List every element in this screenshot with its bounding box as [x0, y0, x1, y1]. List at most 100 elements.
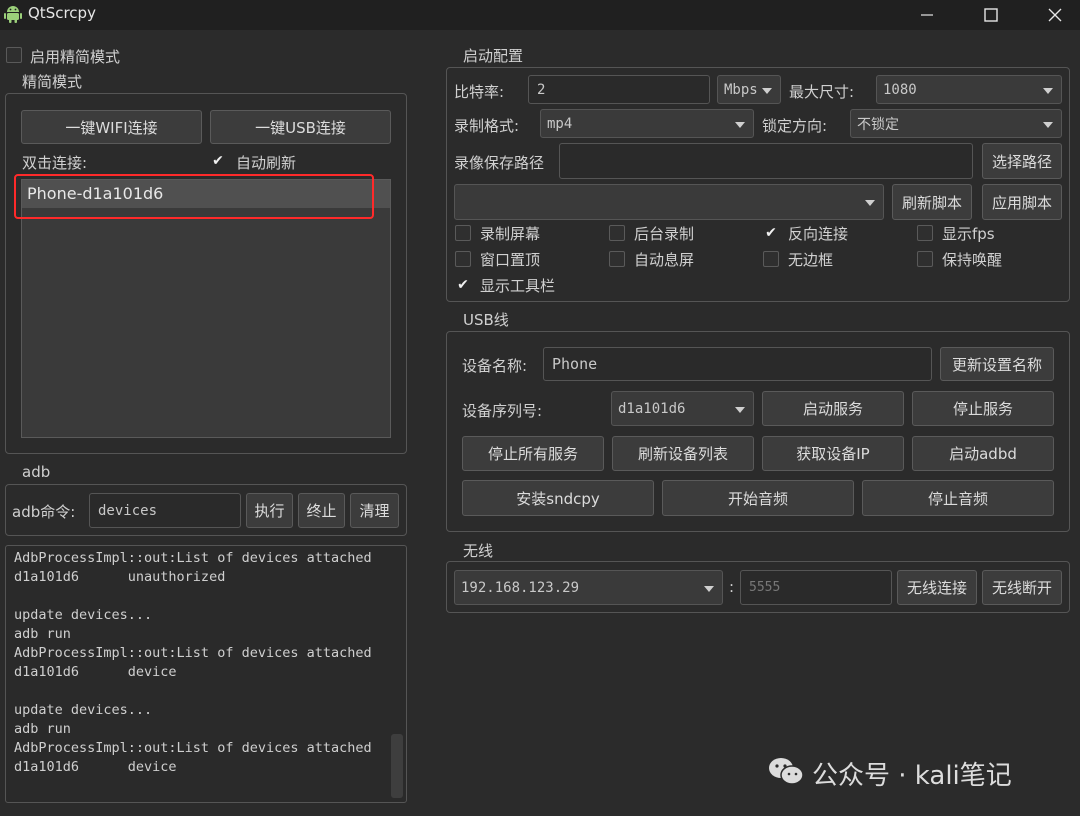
- log-line: AdbProcessImpl::out:List of devices atta…: [14, 645, 372, 661]
- log-scrollbar[interactable]: [391, 734, 403, 798]
- max-size-select[interactable]: 1080: [876, 75, 1062, 104]
- start-audio-button[interactable]: 开始音频: [662, 480, 854, 516]
- minimize-button[interactable]: [904, 0, 950, 30]
- simple-mode-checkbox[interactable]: [6, 47, 22, 63]
- max-size-value: 1080: [883, 81, 917, 98]
- auto-refresh-label: 自动刷新: [236, 154, 297, 172]
- show-fps-checkbox[interactable]: [917, 225, 933, 241]
- record-format-value: mp4: [547, 115, 573, 132]
- maximize-icon: [984, 8, 998, 22]
- wifi-connect-button[interactable]: 一键WIFI连接: [21, 110, 202, 144]
- usb-connect-button[interactable]: 一键USB连接: [210, 110, 391, 144]
- close-button[interactable]: [1032, 0, 1078, 30]
- refresh-device-list-button[interactable]: 刷新设备列表: [612, 436, 754, 471]
- chevron-down-icon: [865, 200, 875, 206]
- adb-command-input[interactable]: devices: [89, 493, 241, 528]
- record-screen-checkbox[interactable]: [455, 225, 471, 241]
- script-select[interactable]: [454, 184, 884, 220]
- background-record-checkbox[interactable]: [609, 225, 625, 241]
- auto-screen-off-checkbox[interactable]: [609, 251, 625, 267]
- wechat-icon: [769, 758, 804, 785]
- double-click-label: 双击连接:: [22, 154, 88, 172]
- reverse-connect-label: 反向连接: [788, 225, 849, 243]
- maximize-button[interactable]: [968, 0, 1014, 30]
- max-size-label: 最大尺寸:: [789, 83, 855, 101]
- wireless-ip-value: 192.168.123.29: [461, 579, 580, 596]
- adb-clear-button[interactable]: 清理: [350, 493, 399, 528]
- get-device-ip-button[interactable]: 获取设备IP: [762, 436, 904, 471]
- log-line: d1a101d6 unauthorized: [14, 569, 226, 585]
- stop-service-button[interactable]: 停止服务: [912, 391, 1054, 426]
- reverse-connect-checkbox[interactable]: ✔: [763, 225, 779, 241]
- stop-audio-button[interactable]: 停止音频: [862, 480, 1054, 516]
- frameless-label: 无边框: [788, 251, 834, 269]
- wireless-disconnect-button[interactable]: 无线断开: [982, 570, 1062, 605]
- minimize-icon: [921, 14, 933, 16]
- frameless-checkbox[interactable]: [763, 251, 779, 267]
- adb-group-title: adb: [22, 463, 51, 481]
- start-adbd-button[interactable]: 启动adbd: [912, 436, 1054, 471]
- lock-orientation-select[interactable]: 不锁定: [850, 109, 1062, 138]
- log-line: update devices...: [14, 702, 153, 718]
- chevron-down-icon: [735, 406, 745, 413]
- wireless-ip-select[interactable]: 192.168.123.29: [454, 570, 723, 605]
- watermark-text: 公众号 · kali笔记: [812, 761, 1012, 791]
- refresh-script-button[interactable]: 刷新脚本: [892, 184, 972, 220]
- lock-orientation-value: 不锁定: [857, 116, 899, 133]
- wireless-port-input[interactable]: 5555: [740, 570, 892, 605]
- record-format-select[interactable]: mp4: [540, 109, 754, 138]
- simple-mode-group-title: 精简模式: [22, 73, 83, 91]
- auto-screen-off-label: 自动息屏: [634, 251, 695, 269]
- adb-stop-button[interactable]: 终止: [298, 493, 345, 528]
- window-title: QtScrcpy: [28, 4, 96, 22]
- auto-refresh-checkbox[interactable]: ✔: [210, 153, 226, 169]
- serial-value: d1a101d6: [618, 400, 686, 417]
- serial-select[interactable]: d1a101d6: [611, 391, 754, 426]
- adb-command-label: adb命令:: [12, 503, 76, 521]
- simple-mode-label: 启用精简模式: [30, 48, 121, 66]
- show-toolbar-label: 显示工具栏: [480, 277, 556, 295]
- serial-label: 设备序列号:: [462, 402, 543, 420]
- wireless-group-title: 无线: [463, 542, 494, 560]
- chevron-down-icon: [762, 87, 772, 94]
- record-screen-label: 录制屏幕: [480, 225, 541, 243]
- log-line: adb run: [14, 626, 71, 642]
- log-line: update devices...: [14, 607, 153, 623]
- stop-all-services-button[interactable]: 停止所有服务: [462, 436, 604, 471]
- install-sndcpy-button[interactable]: 安装sndcpy: [462, 480, 654, 516]
- bitrate-input[interactable]: 2: [528, 75, 710, 104]
- log-line: d1a101d6 device: [14, 759, 177, 775]
- adb-log[interactable]: AdbProcessImpl::out:List of devices atta…: [5, 545, 407, 803]
- background-record-label: 后台录制: [634, 225, 695, 243]
- device-name-input[interactable]: Phone: [543, 347, 932, 381]
- adb-log-content: AdbProcessImpl::out:List of devices atta…: [14, 549, 372, 777]
- record-format-label: 录制格式:: [454, 117, 520, 135]
- device-name-label: 设备名称:: [462, 357, 528, 375]
- stay-awake-checkbox[interactable]: [917, 251, 933, 267]
- show-fps-label: 显示fps: [942, 225, 995, 243]
- adb-execute-button[interactable]: 执行: [246, 493, 293, 528]
- chevron-down-icon: [1043, 87, 1053, 94]
- apply-script-button[interactable]: 应用脚本: [982, 184, 1062, 220]
- show-toolbar-checkbox[interactable]: ✔: [455, 277, 471, 293]
- window-top-label: 窗口置顶: [480, 251, 541, 269]
- bitrate-label: 比特率:: [454, 83, 505, 101]
- selection-highlight-box: [14, 174, 374, 219]
- bitrate-unit-value: Mbps: [724, 81, 758, 98]
- update-device-name-button[interactable]: 更新设置名称: [940, 347, 1054, 381]
- select-path-button[interactable]: 选择路径: [982, 143, 1062, 179]
- ip-port-separator: :: [729, 578, 735, 596]
- usb-group-title: USB线: [463, 311, 509, 329]
- record-path-label: 录像保存路径: [454, 154, 545, 172]
- start-service-button[interactable]: 启动服务: [762, 391, 904, 426]
- lock-orientation-label: 锁定方向:: [762, 117, 828, 135]
- bitrate-unit-select[interactable]: Mbps: [717, 75, 781, 104]
- wireless-connect-button[interactable]: 无线连接: [897, 570, 977, 605]
- chevron-down-icon: [735, 121, 745, 128]
- log-line: AdbProcessImpl::out:List of devices atta…: [14, 740, 372, 756]
- window-top-checkbox[interactable]: [455, 251, 471, 267]
- chevron-down-icon: [1043, 121, 1053, 128]
- record-path-input[interactable]: [559, 143, 973, 179]
